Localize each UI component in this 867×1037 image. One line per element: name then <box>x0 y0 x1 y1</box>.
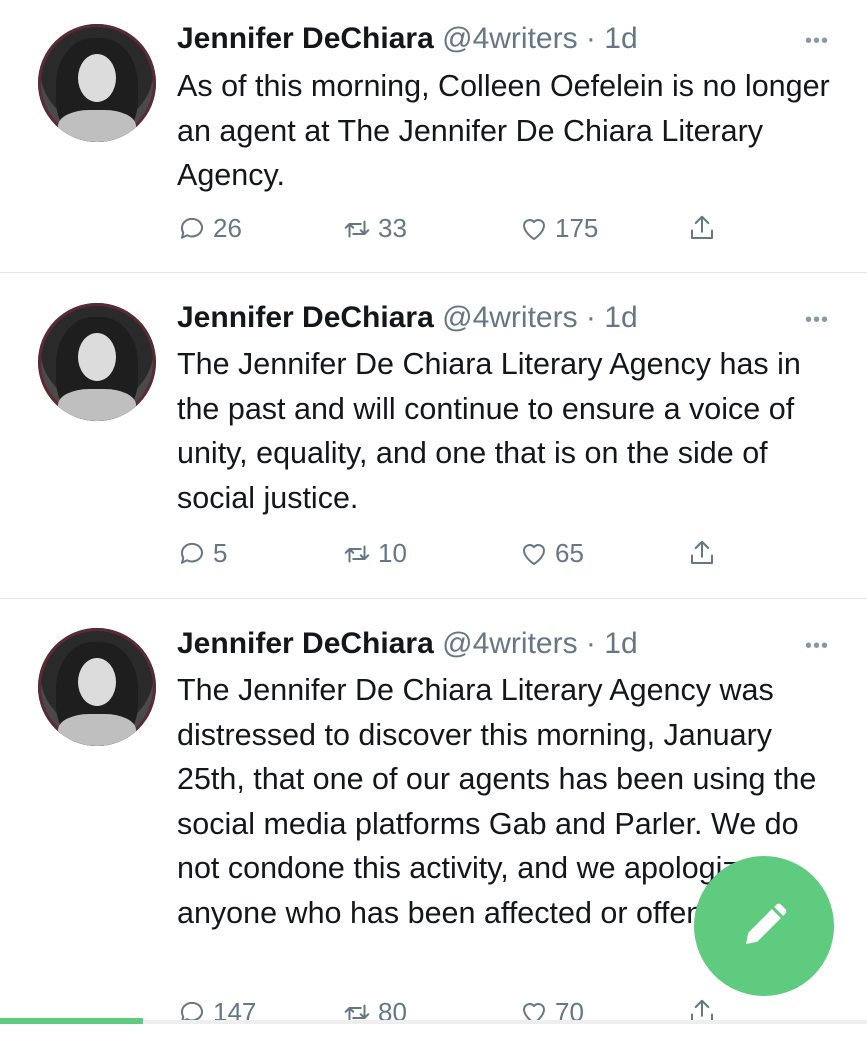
share-button[interactable] <box>687 538 723 568</box>
retweet-count: 10 <box>378 538 407 568</box>
retweet-button[interactable]: 33 <box>342 213 407 244</box>
author-handle[interactable]: @4writers <box>442 627 577 660</box>
more-options-icon[interactable]: ••• <box>805 309 829 332</box>
separator: · <box>585 627 596 660</box>
reply-button[interactable]: 5 <box>177 538 227 569</box>
more-options-icon[interactable]: ••• <box>805 30 829 53</box>
avatar[interactable] <box>38 303 156 421</box>
tweet[interactable]: Jennifer DeChiara @4writers · 1d ••• The… <box>0 273 867 598</box>
tweet-header: Jennifer DeChiara @4writers · 1d <box>177 626 638 662</box>
like-count: 175 <box>555 213 599 243</box>
tweet-header: Jennifer DeChiara @4writers · 1d <box>177 21 638 57</box>
more-options-icon[interactable]: ••• <box>805 635 829 658</box>
retweet-icon <box>344 220 370 237</box>
reply-icon <box>180 542 203 564</box>
retweet-icon <box>344 545 370 562</box>
reply-button[interactable]: 26 <box>177 213 242 244</box>
timestamp[interactable]: 1d <box>604 627 637 660</box>
like-button[interactable]: 65 <box>519 538 584 569</box>
like-count: 65 <box>555 538 584 568</box>
timestamp[interactable]: 1d <box>604 22 637 55</box>
compose-button[interactable] <box>694 856 834 996</box>
retweet-count: 33 <box>378 213 407 243</box>
tweet-header: Jennifer DeChiara @4writers · 1d <box>177 300 638 336</box>
avatar[interactable] <box>38 24 156 142</box>
tweet-actions: 5 10 65 <box>177 538 737 578</box>
tweet[interactable]: Jennifer DeChiara @4writers · 1d ••• As … <box>0 0 867 272</box>
author-name[interactable]: Jennifer DeChiara <box>177 627 434 660</box>
timestamp[interactable]: 1d <box>604 301 637 334</box>
heart-icon <box>523 543 545 565</box>
avatar[interactable] <box>38 628 156 746</box>
share-button[interactable] <box>687 213 723 243</box>
author-handle[interactable]: @4writers <box>442 301 577 334</box>
like-button[interactable]: 175 <box>519 213 598 244</box>
bottom-bar <box>143 1020 867 1024</box>
separator: · <box>585 22 596 55</box>
reply-count: 26 <box>213 213 242 243</box>
reply-count: 5 <box>213 538 228 568</box>
tweet-text: As of this morning, Colleen Oefelein is … <box>177 69 830 192</box>
heart-icon <box>523 218 545 240</box>
retweet-button[interactable]: 10 <box>342 538 407 569</box>
tweet-text: The Jennifer De Chiara Literary Agency h… <box>177 347 801 515</box>
author-name[interactable]: Jennifer DeChiara <box>177 301 434 334</box>
share-icon <box>691 540 713 564</box>
compose-pencil-icon <box>746 903 787 944</box>
reply-icon <box>180 217 203 239</box>
author-name[interactable]: Jennifer DeChiara <box>177 22 434 55</box>
tweet-actions: 26 33 175 <box>177 213 737 253</box>
share-icon <box>691 215 713 239</box>
author-handle[interactable]: @4writers <box>442 22 577 55</box>
tweet-actions: 147 80 70 <box>177 997 737 1037</box>
separator: · <box>585 301 596 334</box>
tab-indicator <box>0 1018 143 1024</box>
